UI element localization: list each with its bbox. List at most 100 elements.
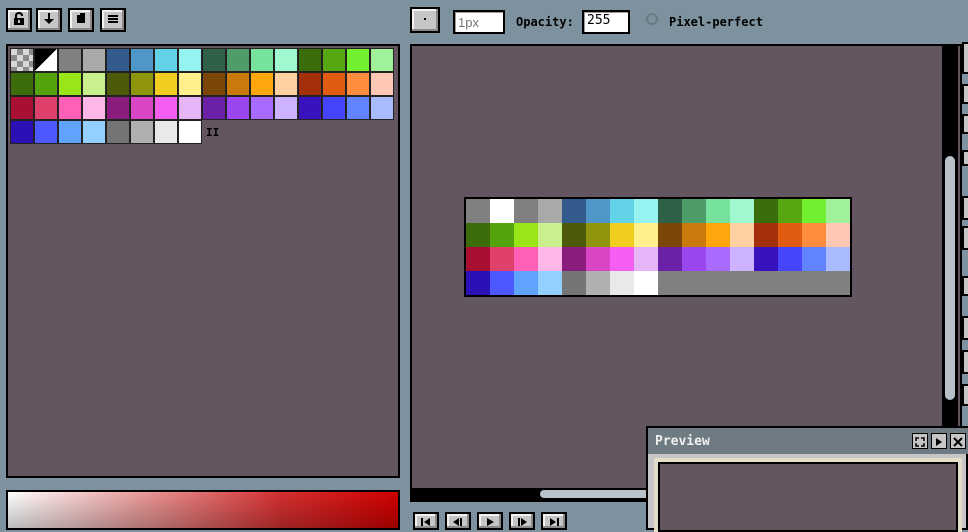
- palette-swatch[interactable]: [82, 120, 106, 144]
- palette-swatch[interactable]: [106, 48, 130, 72]
- color-picker-gradient[interactable]: [6, 490, 400, 530]
- palette-swatch[interactable]: [226, 48, 250, 72]
- palette-swatch[interactable]: [346, 72, 370, 96]
- sprite-pixel: [490, 247, 514, 271]
- palette-swatch[interactable]: [130, 120, 154, 144]
- palette-swatch[interactable]: [154, 48, 178, 72]
- first-frame-button[interactable]: [413, 512, 439, 530]
- palette-swatch[interactable]: [178, 48, 202, 72]
- side-tab-10[interactable]: [962, 384, 968, 406]
- side-tab-6[interactable]: [962, 226, 968, 250]
- palette-swatch[interactable]: [322, 96, 346, 120]
- brush-shape-button[interactable]: [410, 7, 440, 33]
- palette-swatch[interactable]: [10, 72, 34, 96]
- sprite-pixel: [538, 271, 562, 295]
- palette-swatch[interactable]: [82, 96, 106, 120]
- drop-button[interactable]: [36, 8, 62, 32]
- palette-swatch[interactable]: [274, 48, 298, 72]
- palette-swatch[interactable]: [34, 96, 58, 120]
- palette-swatch[interactable]: [250, 72, 274, 96]
- palette-swatch[interactable]: [58, 120, 82, 144]
- side-tab-4[interactable]: [962, 150, 968, 166]
- side-tab-9[interactable]: [962, 350, 968, 374]
- palette-swatch[interactable]: [178, 72, 202, 96]
- palette-swatch[interactable]: [154, 96, 178, 120]
- palette-swatch[interactable]: [106, 72, 130, 96]
- side-tab-8[interactable]: [962, 316, 968, 340]
- palette-swatch[interactable]: [202, 48, 226, 72]
- palette-swatch[interactable]: [10, 96, 34, 120]
- side-tab-1[interactable]: [962, 42, 968, 74]
- palette-swatch[interactable]: [130, 48, 154, 72]
- palette-swatch[interactable]: [370, 96, 394, 120]
- palette-swatch[interactable]: [34, 48, 58, 72]
- palette-swatch[interactable]: [154, 120, 178, 144]
- palette-swatch[interactable]: [274, 96, 298, 120]
- previous-frame-button[interactable]: [445, 512, 471, 530]
- next-frame-button[interactable]: [509, 512, 535, 530]
- sprite-pixel: [586, 199, 610, 223]
- palette-swatch[interactable]: [250, 96, 274, 120]
- palette-swatch[interactable]: [58, 96, 82, 120]
- palette-swatch[interactable]: [178, 96, 202, 120]
- lock-button[interactable]: [6, 8, 32, 32]
- palette-swatch[interactable]: [226, 72, 250, 96]
- palette-swatch[interactable]: [130, 72, 154, 96]
- palette-swatch[interactable]: [226, 96, 250, 120]
- side-tab-3[interactable]: [962, 114, 968, 134]
- palette-swatch[interactable]: [370, 72, 394, 96]
- sprite-pixel: [826, 247, 850, 271]
- preview-center-button[interactable]: [912, 433, 928, 449]
- palette-resize-handle[interactable]: II: [206, 126, 219, 139]
- palette-swatch[interactable]: [154, 72, 178, 96]
- last-frame-button[interactable]: [541, 512, 567, 530]
- palette-swatch[interactable]: [322, 48, 346, 72]
- palette-swatch[interactable]: [298, 96, 322, 120]
- play-button[interactable]: [477, 512, 503, 530]
- pixel-perfect-label: Pixel-perfect: [669, 15, 763, 29]
- palette-swatch[interactable]: [106, 96, 130, 120]
- sprite-pixel: [610, 271, 634, 295]
- menu-button[interactable]: [100, 8, 126, 32]
- sprite-canvas[interactable]: [464, 197, 852, 297]
- palette-swatch[interactable]: [202, 96, 226, 120]
- side-tab-7[interactable]: [962, 276, 968, 296]
- side-tab-5[interactable]: [962, 196, 968, 220]
- opacity-input[interactable]: 255: [582, 10, 630, 34]
- sprite-pixel: [562, 223, 586, 247]
- palette-swatch[interactable]: [322, 72, 346, 96]
- palette-swatch-transparent[interactable]: [10, 48, 34, 72]
- palette-swatch[interactable]: [34, 72, 58, 96]
- palette-swatch[interactable]: [10, 120, 34, 144]
- palette-swatch[interactable]: [298, 48, 322, 72]
- preview-window[interactable]: Preview: [646, 426, 968, 532]
- preview-titlebar[interactable]: Preview: [648, 428, 968, 454]
- palette-swatch[interactable]: [274, 72, 298, 96]
- vertical-scrollbar[interactable]: [942, 46, 958, 488]
- vertical-scroll-thumb[interactable]: [945, 156, 955, 400]
- palette-swatch[interactable]: [34, 120, 58, 144]
- preview-play-button[interactable]: [931, 433, 947, 449]
- palette-swatch[interactable]: [370, 48, 394, 72]
- palette-swatch[interactable]: [82, 72, 106, 96]
- palette-swatch[interactable]: [250, 48, 274, 72]
- square-icon: [74, 11, 88, 30]
- palette-swatch[interactable]: [82, 48, 106, 72]
- palette-swatch[interactable]: [298, 72, 322, 96]
- palette-swatch[interactable]: [346, 96, 370, 120]
- brush-size-input[interactable]: [453, 10, 505, 34]
- palette-swatch[interactable]: [130, 96, 154, 120]
- preview-viewport[interactable]: [658, 462, 958, 532]
- palette-swatch[interactable]: [106, 120, 130, 144]
- palette-swatch[interactable]: [178, 120, 202, 144]
- side-tab-2[interactable]: [962, 84, 968, 104]
- sprite-pixel: [466, 223, 490, 247]
- palette-swatch[interactable]: [58, 48, 82, 72]
- palette-swatch[interactable]: [202, 72, 226, 96]
- preview-close-button[interactable]: [950, 433, 966, 449]
- palette-swatch[interactable]: [58, 72, 82, 96]
- pixel-perfect-checkbox[interactable]: [646, 13, 658, 25]
- previous-frame-icon: [451, 512, 465, 531]
- square-button[interactable]: [68, 8, 94, 32]
- palette-swatch[interactable]: [346, 48, 370, 72]
